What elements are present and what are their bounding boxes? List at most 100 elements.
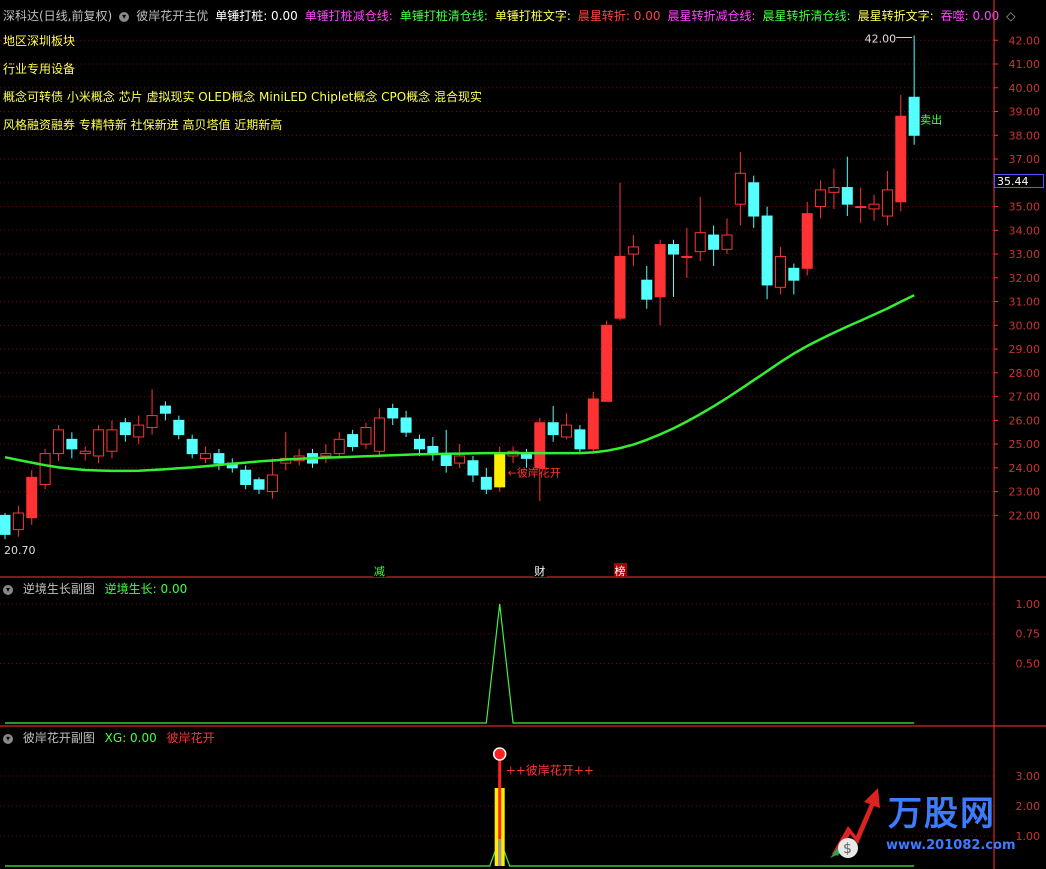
candle-body: [427, 445, 439, 455]
candle-body: [0, 514, 11, 535]
candle-body: [654, 244, 666, 298]
candle-body: [93, 429, 105, 457]
candle-body: [881, 189, 893, 217]
candle-body: [39, 453, 51, 485]
y-tick-label: 24.00: [1009, 462, 1041, 475]
y-tick-label: 0.75: [1016, 628, 1041, 641]
candle-body: [561, 424, 573, 438]
candle-body: [119, 422, 131, 436]
y-tick-label: 31.00: [1009, 296, 1041, 309]
candle-body: [774, 255, 786, 288]
candle-body: [213, 453, 225, 464]
candle-body: [373, 417, 385, 452]
candle-body: [454, 455, 466, 464]
candle-body: [494, 453, 506, 488]
candle-body: [146, 415, 158, 428]
candle-body: [387, 407, 399, 419]
candle-body: [200, 453, 212, 459]
candle-body: [159, 405, 171, 414]
candle-body: [186, 438, 198, 455]
y-tick-label: 34.00: [1009, 224, 1041, 237]
candle-body: [681, 255, 693, 258]
candle-body: [253, 479, 265, 490]
candle-body: [440, 453, 452, 466]
y-tick-label: 32.00: [1009, 272, 1041, 285]
candle-body: [347, 434, 359, 447]
candle-body: [614, 255, 626, 319]
y-tick-label: 28.00: [1009, 367, 1041, 380]
y-tick-label: 38.00: [1009, 129, 1041, 142]
candle-body: [400, 417, 412, 433]
y-tick-label: 23.00: [1009, 486, 1041, 499]
candle-body: [868, 203, 880, 210]
y-tick-label: 37.00: [1009, 153, 1041, 166]
y-tick-label: 42.00: [1009, 34, 1041, 47]
flower-bar-label: ++彼岸花开++: [506, 763, 594, 778]
sell-signal-label: 卖出: [920, 112, 942, 126]
candle-body: [748, 182, 760, 217]
flower-signal-label: ←彼岸花开: [508, 467, 561, 480]
y-tick-label: 26.00: [1009, 414, 1041, 427]
y-tick-label: 1.00: [1016, 598, 1041, 611]
high-price-label: 42.00: [865, 33, 897, 46]
event-marker: 减: [374, 565, 385, 578]
candle-body: [26, 476, 38, 519]
candle-body: [12, 512, 24, 531]
candle-body: [547, 422, 559, 436]
candle-body: [266, 474, 278, 493]
candle-body: [895, 115, 907, 203]
candle-body: [79, 450, 91, 455]
logo-arrow-icon: $: [830, 788, 880, 858]
candle-body: [240, 469, 252, 485]
stock-chart[interactable]: 22.00 23.00 24.00 25.00 26.00 27.00 28.00 29.00…: [0, 0, 1046, 869]
y-tick-label: 35.00: [1009, 201, 1041, 214]
candle-body: [708, 234, 720, 250]
candle-body: [627, 246, 639, 255]
y-tick-label: 33.00: [1009, 248, 1041, 261]
candle-body: [360, 426, 372, 445]
svg-text:$: $: [843, 841, 852, 857]
candle-body: [133, 424, 145, 438]
candle-body: [587, 398, 599, 450]
y-tick-label: 27.00: [1009, 391, 1041, 404]
candle-body: [66, 438, 78, 450]
candle-body: [52, 429, 64, 455]
event-marker: 财: [534, 564, 545, 578]
candle-body: [480, 476, 492, 490]
candle-body: [815, 189, 827, 208]
candle-body: [641, 279, 653, 300]
growth-signal-line: [5, 603, 915, 724]
candle-body: [333, 438, 345, 455]
candle-body: [574, 429, 586, 450]
candle-body: [467, 460, 479, 476]
candle-body: [320, 453, 332, 457]
current-price-label: 35.44: [994, 174, 1044, 188]
y-tick-label: 40.00: [1009, 82, 1041, 95]
candle-body: [668, 244, 679, 255]
candle-body: [106, 429, 118, 452]
site-logo: $ 万股网 www.201082.com: [826, 786, 1036, 864]
y-tick-label: 30.00: [1009, 319, 1041, 332]
candle-body: [841, 187, 853, 205]
y-tick-label: 39.00: [1009, 106, 1041, 119]
low-price-label: 20.70: [4, 544, 36, 557]
candle-body: [855, 206, 867, 209]
flower-stem-base: [498, 839, 502, 866]
candle-body: [694, 232, 706, 253]
candle-body: [908, 96, 920, 136]
candle-body: [801, 213, 813, 269]
y-tick-label: 0.50: [1016, 657, 1041, 670]
candle-body: [173, 419, 185, 436]
logo-text: 万股网: [888, 794, 996, 834]
y-tick-label: 25.00: [1009, 438, 1041, 451]
event-marker: 榜: [615, 564, 626, 578]
candle-body: [413, 438, 425, 450]
y-tick-label: 29.00: [1009, 343, 1041, 356]
flower-head-icon: [492, 747, 507, 761]
candle-body: [734, 172, 746, 205]
candle-body: [828, 187, 840, 193]
y-tick-label: 3.00: [1016, 770, 1041, 783]
candle-body: [721, 234, 733, 250]
candle-body: [761, 215, 773, 286]
y-tick-label: 22.00: [1009, 509, 1041, 522]
